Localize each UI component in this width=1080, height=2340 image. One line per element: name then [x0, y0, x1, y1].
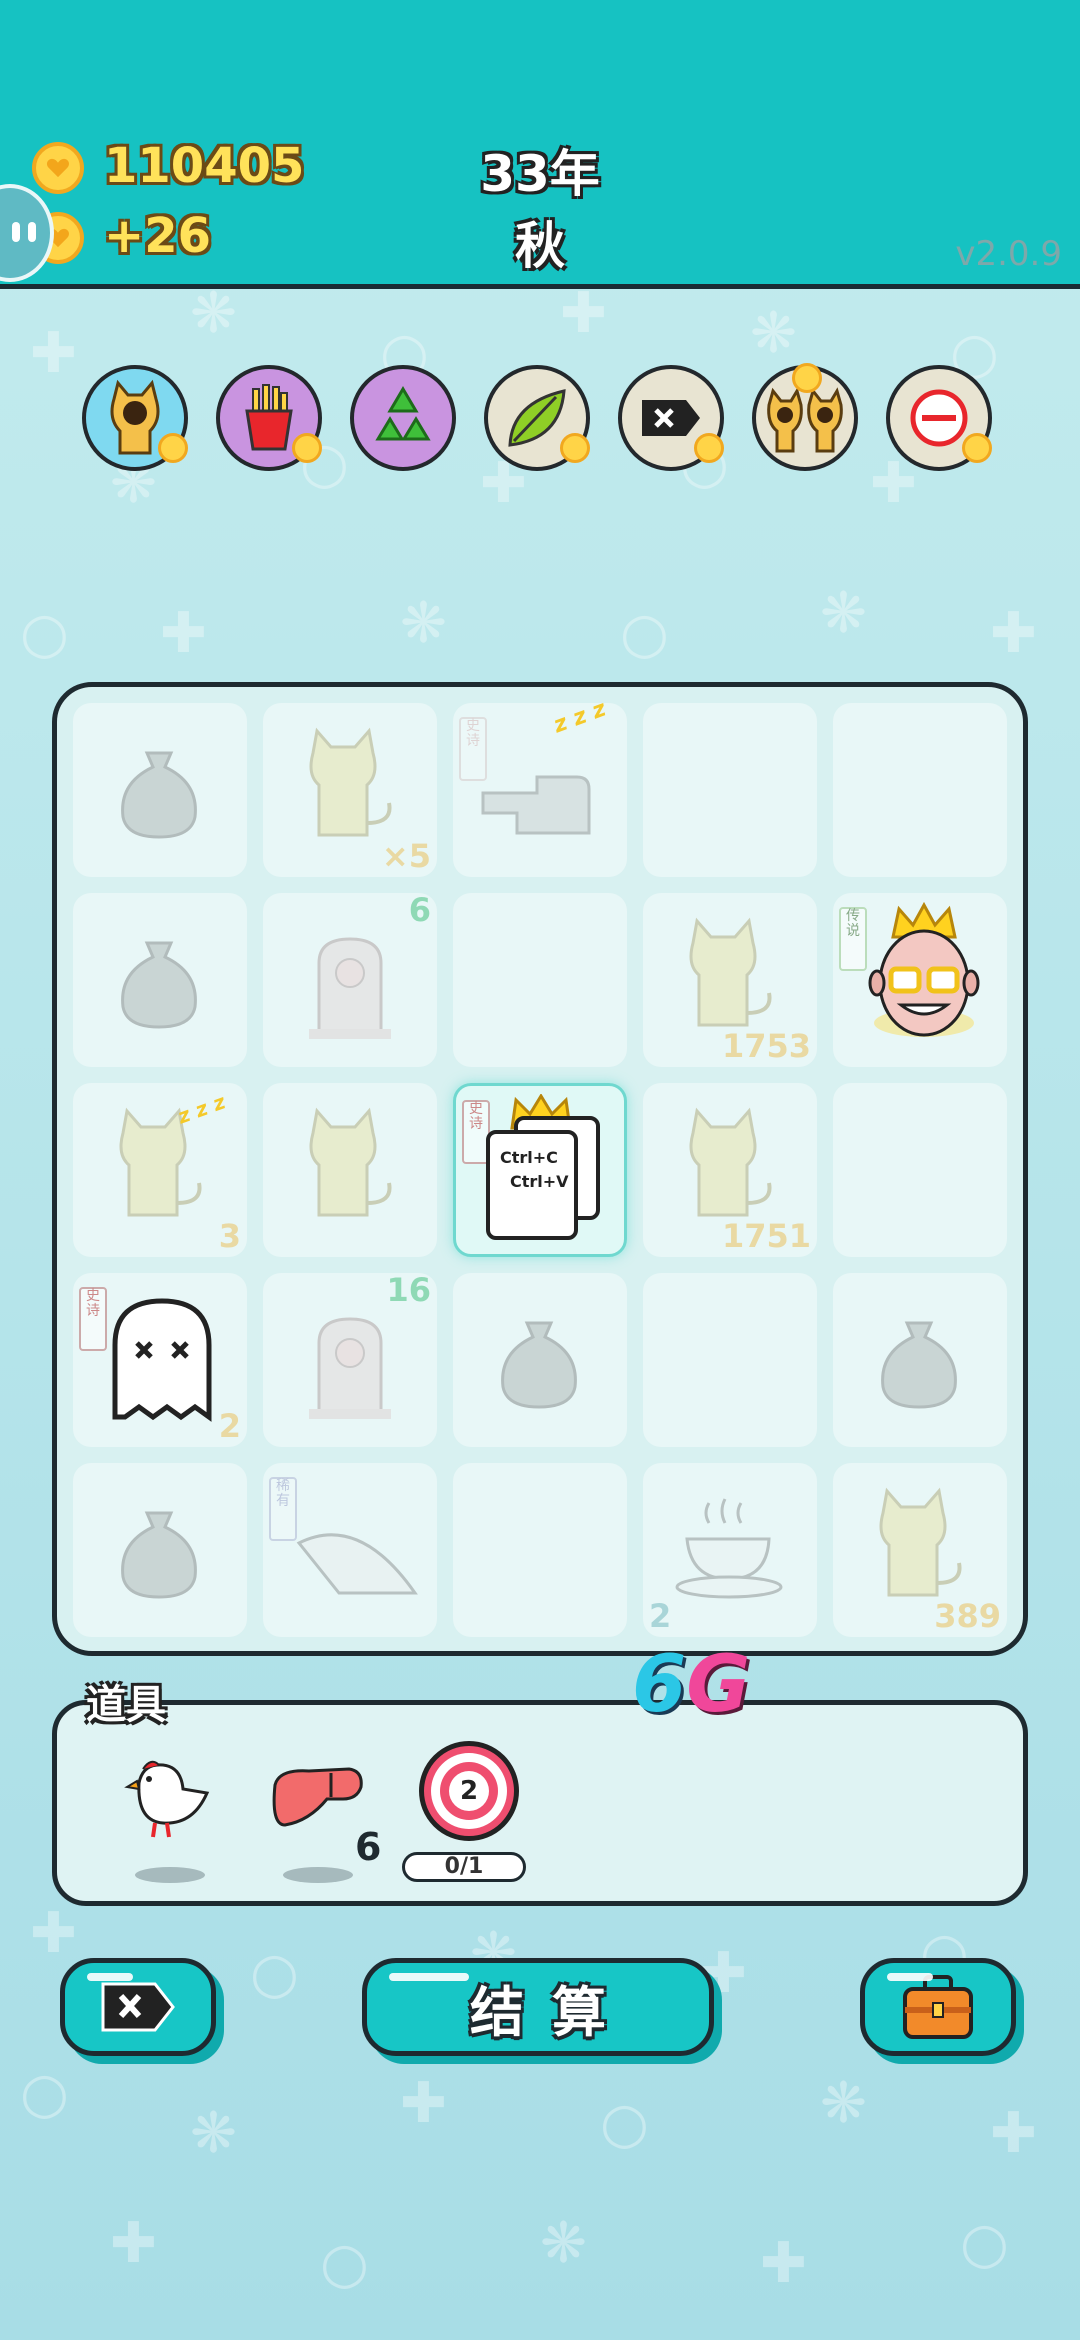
slot-board: ×5 史诗 z z z 6 1753 传说 z z z 3 史诗 Ctrl+C …: [52, 682, 1028, 1656]
top-hud: 110405 +26 33年 秋 v2.0.9: [0, 0, 1080, 289]
items-title: 道具: [86, 1682, 166, 1728]
board-cell[interactable]: ×5: [263, 703, 437, 877]
copy-text: Ctrl+C: [500, 1148, 558, 1167]
cell-count: 2: [649, 1597, 672, 1635]
board-cell[interactable]: 史诗 2: [73, 1273, 247, 1447]
teacup-icon: [675, 1498, 783, 1599]
copy-paste-icon: Ctrl+C Ctrl+V: [486, 1130, 578, 1240]
coin-count: 110405: [104, 138, 305, 194]
network-badge: 6G: [632, 1640, 751, 1730]
sleep-zzz: z z z: [550, 696, 610, 739]
twin-cats-icon: [767, 387, 843, 453]
year-label: 33年: [480, 145, 600, 203]
board-cell[interactable]: [73, 703, 247, 877]
pig-tombstone-icon: [309, 1317, 391, 1419]
buff-recycle[interactable]: [350, 365, 456, 471]
coin-icon: [32, 142, 84, 194]
item-count: 6: [355, 1825, 382, 1869]
sack-icon: [121, 1511, 197, 1599]
target-progress: 0/1: [402, 1852, 526, 1882]
ghost-icon: [112, 1298, 212, 1422]
board-cell[interactable]: [453, 1463, 627, 1637]
pig-tombstone-icon: [309, 937, 391, 1039]
bird-icon[interactable]: [123, 1753, 213, 1843]
cell-count: 6: [408, 891, 431, 929]
cell-count: 16: [386, 1271, 431, 1309]
board-cell[interactable]: [453, 893, 627, 1067]
board-cell[interactable]: [73, 1463, 247, 1637]
buff-fries[interactable]: [216, 365, 322, 471]
board-cell[interactable]: 稀有: [263, 1463, 437, 1637]
king-face-icon: [868, 901, 980, 1037]
liver-icon[interactable]: [269, 1765, 365, 1835]
rarity-tag: 史诗: [79, 1287, 107, 1351]
cat-icon: [689, 917, 772, 1027]
board-cell[interactable]: 16: [263, 1271, 437, 1447]
buff-minus[interactable]: [886, 365, 992, 471]
briefcase-icon: [903, 1975, 973, 2039]
cell-count: 3: [218, 1217, 241, 1255]
income-per-turn: +26: [104, 208, 212, 264]
version-label: v2.0.9: [955, 234, 1062, 274]
sack-icon: [501, 1321, 577, 1409]
buff-twin-cats[interactable]: [752, 363, 858, 471]
minus-circle-icon: [910, 389, 968, 447]
target-icon[interactable]: 2: [419, 1741, 519, 1841]
board-cell[interactable]: 传说: [833, 893, 1007, 1067]
board-cell[interactable]: [643, 703, 817, 877]
board-cell[interactable]: 史诗 z z z: [453, 697, 627, 877]
sack-icon: [121, 751, 197, 839]
target-number: 2: [449, 1771, 489, 1811]
buff-delete-tag[interactable]: [618, 365, 724, 471]
buff-cat-portrait[interactable]: [82, 365, 188, 471]
board-cell[interactable]: [643, 1273, 817, 1447]
board-cell[interactable]: 1751: [643, 1083, 817, 1257]
board-cell[interactable]: z z z 3: [73, 1083, 247, 1257]
discard-button[interactable]: [60, 1958, 216, 2056]
board-cell[interactable]: [833, 1273, 1007, 1447]
sack-icon: [121, 941, 197, 1029]
cat-icon: [309, 1107, 392, 1217]
delete-tag-icon: [101, 1982, 175, 2032]
board-cell[interactable]: [263, 1083, 437, 1257]
board-cell[interactable]: 1753: [643, 893, 817, 1067]
bag-button[interactable]: [860, 1958, 1016, 2056]
board-cell[interactable]: [833, 1083, 1007, 1257]
fries-icon: [245, 384, 293, 451]
hand-icon: [481, 775, 591, 835]
item-shadow: [135, 1867, 205, 1883]
settle-button[interactable]: 结算: [362, 1958, 714, 2056]
cell-count: 389: [934, 1597, 1001, 1635]
cell-count: 1751: [721, 1217, 811, 1255]
cat-icon: [309, 727, 392, 837]
paste-text: Ctrl+V: [510, 1172, 569, 1191]
item-shadow: [283, 1867, 353, 1883]
cell-count: 2: [218, 1407, 241, 1445]
board-cell[interactable]: [833, 703, 1007, 877]
cell-count: ×5: [381, 837, 431, 875]
sack-icon: [881, 1321, 957, 1409]
settle-button-label: 结算: [470, 1980, 634, 2044]
season-label: 秋: [515, 217, 565, 275]
side-menu-handle[interactable]: [0, 184, 54, 282]
cat-icon: [689, 1107, 772, 1217]
board-cell-selected[interactable]: 史诗 Ctrl+C Ctrl+V: [453, 1083, 627, 1257]
recycle-icon: [375, 386, 431, 441]
cell-count: 1753: [721, 1027, 811, 1065]
cat-icon: [879, 1487, 962, 1597]
board-cell[interactable]: 389: [833, 1463, 1007, 1637]
board-cell[interactable]: [453, 1273, 627, 1447]
delete-tag-icon: [642, 400, 700, 436]
board-cell[interactable]: [73, 893, 247, 1067]
buff-leaf[interactable]: [484, 365, 590, 471]
board-cell[interactable]: 6: [263, 891, 437, 1067]
fan-icon: [296, 1533, 418, 1595]
items-panel: 6 2: [52, 1700, 1028, 1906]
board-cell[interactable]: 2: [643, 1463, 817, 1637]
